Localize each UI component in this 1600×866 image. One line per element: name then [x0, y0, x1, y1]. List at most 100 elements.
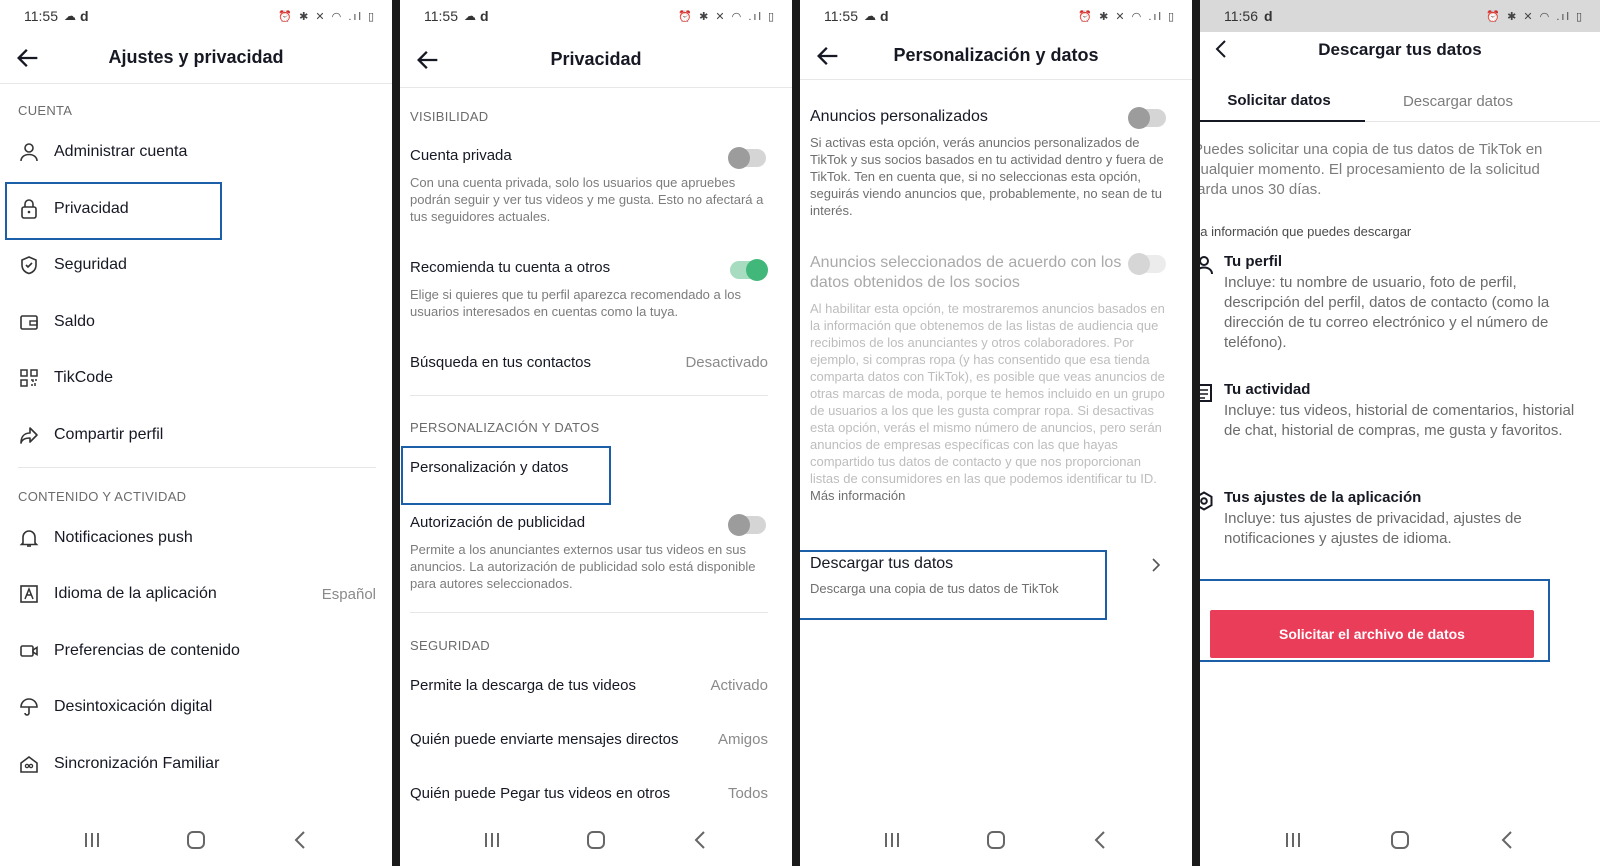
home-icon[interactable]: [582, 826, 610, 854]
toggle-knob: [746, 259, 768, 281]
toggle-knob: [1128, 253, 1150, 275]
highlight-box-request: [1200, 579, 1550, 662]
android-nav-bar: [1200, 814, 1600, 866]
carrier-label: d: [880, 8, 889, 24]
info-item-app-settings: Tus ajustes de la aplicación Incluye: tu…: [1200, 489, 1580, 549]
bell-icon: [18, 527, 40, 549]
status-icons: ⏰ ✱ ✕ ◠ .ıl ▯: [1486, 10, 1584, 23]
section-title-visibility: VISIBILIDAD: [410, 109, 489, 124]
section-title-account: CUENTA: [18, 103, 73, 118]
tab-request-data[interactable]: Solicitar datos: [1200, 80, 1365, 122]
menu-item-label: Sincronización Familiar: [54, 755, 220, 772]
menu-item-tikcode[interactable]: TikCode: [18, 358, 376, 398]
paste-videos-title[interactable]: Quién puede Pegar tus videos en otros: [410, 785, 670, 802]
recent-apps-icon[interactable]: [478, 826, 506, 854]
menu-item-label: Administrar cuenta: [54, 143, 188, 160]
contacts-search-value: Desactivado: [685, 354, 768, 371]
toggle-knob: [728, 147, 750, 169]
page-title: Privacidad: [550, 49, 642, 69]
menu-item-security[interactable]: Seguridad: [18, 245, 376, 285]
back-arrow-icon[interactable]: [14, 44, 42, 72]
toggle-knob: [728, 514, 750, 536]
info-item-description: Incluye: tus videos, historial de coment…: [1224, 402, 1575, 439]
download-videos-title[interactable]: Permite la descarga de tus videos: [410, 677, 636, 694]
info-item-title: Tu perfil: [1224, 253, 1283, 270]
person-icon: [18, 141, 40, 163]
menu-item-family-pairing[interactable]: Sincronización Familiar: [18, 744, 376, 784]
language-icon: [18, 583, 40, 605]
info-item-description: Incluye: tus ajustes de privacidad, ajus…: [1224, 510, 1522, 547]
ad-authorization-title: Autorización de publicidad: [410, 514, 586, 531]
direct-messages-value: Amigos: [717, 731, 768, 748]
contacts-search-title[interactable]: Búsqueda en tus contactos: [410, 354, 591, 371]
private-account-description: Con una cuenta privada, solo los usuario…: [410, 175, 764, 224]
back-arrow-icon[interactable]: [414, 46, 442, 74]
back-nav-icon[interactable]: [286, 826, 314, 854]
recommend-account-toggle[interactable]: [730, 259, 768, 281]
download-videos-value: Activado: [710, 677, 768, 694]
shield-icon: [18, 254, 40, 276]
menu-item-label: Preferencias de contenido: [54, 642, 240, 659]
back-arrow-icon[interactable]: [814, 42, 842, 70]
recent-apps-icon[interactable]: [878, 826, 906, 854]
family-home-icon: [18, 753, 40, 775]
recent-apps-icon[interactable]: [1279, 826, 1307, 854]
menu-item-content-preferences[interactable]: Preferencias de contenido: [18, 631, 376, 671]
menu-item-digital-wellbeing[interactable]: Desintoxicación digital: [18, 687, 376, 727]
menu-item-manage-account[interactable]: Administrar cuenta: [18, 132, 376, 172]
home-icon[interactable]: [1386, 826, 1414, 854]
chevron-right-icon[interactable]: [1150, 558, 1162, 572]
info-item-title: Tu actividad: [1224, 381, 1311, 398]
downloadable-info-title: La información que puedes descargar: [1200, 224, 1412, 239]
home-icon[interactable]: [182, 826, 210, 854]
menu-item-share-profile[interactable]: Compartir perfil: [18, 415, 376, 455]
menu-item-label: Saldo: [54, 313, 95, 330]
cloud-icon: ☁: [64, 9, 76, 23]
private-account-toggle[interactable]: [728, 147, 766, 169]
menu-item-balance[interactable]: Saldo: [18, 302, 376, 342]
settings-hex-icon: [1200, 491, 1213, 511]
app-header: Ajustes y privacidad: [0, 32, 392, 84]
personalized-ads-description: Si activas esta opción, verás anuncios p…: [810, 135, 1164, 218]
download-data-screen: 11:56 d ⏰ ✱ ✕ ◠ .ıl ▯ Descargar tus dato…: [1200, 0, 1600, 866]
menu-item-push-notifications[interactable]: Notificaciones push: [18, 518, 376, 558]
recommend-account-description: Elige si quieres que tu perfil aparezca …: [410, 287, 741, 319]
back-nav-icon[interactable]: [1086, 826, 1114, 854]
paste-videos-value: Todos: [727, 785, 768, 802]
highlight-box-download: [800, 550, 1107, 620]
personalized-ads-title: Anuncios personalizados: [810, 108, 988, 125]
partner-ads-description: Al habilitar esta opción, te mostraremos…: [810, 300, 1170, 504]
recent-apps-icon[interactable]: [78, 826, 106, 854]
partner-ads-toggle[interactable]: [1128, 253, 1166, 275]
cloud-icon: ☁: [464, 9, 476, 23]
menu-item-label: TikCode: [54, 369, 113, 386]
section-title-security: SEGURIDAD: [410, 638, 490, 653]
back-chevron-icon[interactable]: [1210, 37, 1234, 61]
menu-item-label: Idioma de la aplicación: [54, 585, 217, 602]
privacy-screen: 11:55 ☁ d ⏰ ✱ ✕ ◠ .ıl ▯ Privacidad VISIB…: [400, 0, 792, 866]
personalized-ads-toggle[interactable]: [1128, 107, 1166, 129]
personalization-data-screen: 11:55 ☁ d ⏰ ✱ ✕ ◠ .ıl ▯ Personalización …: [800, 0, 1192, 866]
direct-messages-title[interactable]: Quién puede enviarte mensajes directos: [410, 731, 679, 748]
status-icons: ⏰ ✱ ✕ ◠ .ıl ▯: [1078, 10, 1176, 23]
more-info-link[interactable]: Más información: [810, 488, 905, 503]
app-header: Privacidad: [400, 32, 792, 88]
info-item-description: Incluye: tu nombre de usuario, foto de p…: [1224, 274, 1550, 351]
menu-item-app-language[interactable]: Idioma de la aplicación Español: [18, 574, 376, 614]
info-item-activity: Tu actividad Incluye: tus videos, histor…: [1200, 381, 1580, 461]
back-nav-icon[interactable]: [1493, 826, 1521, 854]
divider: [410, 612, 768, 613]
status-bar: 11:55 ☁ d ⏰ ✱ ✕ ◠ .ıl ▯: [400, 0, 792, 32]
share-icon: [18, 424, 40, 446]
private-account-title: Cuenta privada: [410, 147, 512, 164]
status-time: 11:55: [424, 8, 458, 24]
cloud-icon: ☁: [864, 9, 876, 23]
tab-bar: Solicitar datos Descargar datos: [1200, 80, 1600, 122]
back-nav-icon[interactable]: [686, 826, 714, 854]
tab-download-data[interactable]: Descargar datos: [1372, 80, 1544, 122]
ad-authorization-toggle[interactable]: [728, 514, 766, 536]
home-icon[interactable]: [982, 826, 1010, 854]
menu-item-label: Seguridad: [54, 256, 127, 273]
info-item-title: Tus ajustes de la aplicación: [1224, 489, 1422, 506]
status-time: 11:55: [824, 8, 858, 24]
